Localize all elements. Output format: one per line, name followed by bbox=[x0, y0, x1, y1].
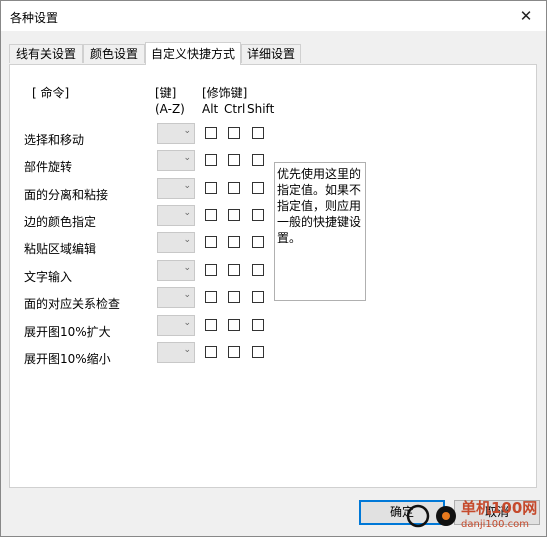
title-bar: 各种设置 ✕ bbox=[1, 1, 546, 31]
command-header: [ 命令] bbox=[32, 86, 70, 100]
command-label: 边的颜色指定 bbox=[24, 215, 97, 229]
ctrl-checkbox[interactable] bbox=[228, 264, 240, 276]
ctrl-checkbox[interactable] bbox=[228, 319, 240, 331]
key-select-edge-color[interactable]: ⌄ bbox=[157, 205, 195, 226]
key-select-zoom-out[interactable]: ⌄ bbox=[157, 342, 195, 363]
command-label: 面的对应关系检查 bbox=[24, 297, 121, 311]
ctrl-checkbox[interactable] bbox=[228, 154, 240, 166]
chevron-down-icon: ⌄ bbox=[183, 235, 191, 245]
alt-checkbox[interactable] bbox=[205, 291, 217, 303]
command-label: 展开图10%扩大 bbox=[24, 325, 111, 339]
command-label: 选择和移动 bbox=[24, 133, 85, 147]
shift-checkbox[interactable] bbox=[252, 319, 264, 331]
close-button[interactable]: ✕ bbox=[506, 1, 546, 31]
alt-checkbox[interactable] bbox=[205, 346, 217, 358]
chevron-down-icon: ⌄ bbox=[183, 318, 191, 328]
chevron-down-icon: ⌄ bbox=[183, 263, 191, 273]
watermark-url: danji100.com bbox=[461, 519, 529, 530]
tab-custom-shortcuts[interactable]: 自定义快捷方式 bbox=[145, 42, 241, 65]
ctrl-checkbox[interactable] bbox=[228, 346, 240, 358]
chevron-down-icon: ⌄ bbox=[183, 181, 191, 191]
key-select-select-and-move[interactable]: ⌄ bbox=[157, 123, 195, 144]
shift-checkbox[interactable] bbox=[252, 154, 264, 166]
ctrl-checkbox[interactable] bbox=[228, 291, 240, 303]
shift-checkbox[interactable] bbox=[252, 127, 264, 139]
modifier-ctrl-label: Ctrl bbox=[224, 102, 246, 116]
key-range-header: (A-Z) bbox=[155, 102, 185, 116]
alt-checkbox[interactable] bbox=[205, 154, 217, 166]
shift-checkbox[interactable] bbox=[252, 236, 264, 248]
key-select-zoom-in[interactable]: ⌄ bbox=[157, 315, 195, 336]
command-label: 面的分离和粘接 bbox=[24, 188, 109, 202]
alt-checkbox[interactable] bbox=[205, 236, 217, 248]
settings-dialog: 各种设置 ✕ 线有关设置 颜色设置 自定义快捷方式 详细设置 [ 命令] [键]… bbox=[0, 0, 547, 537]
ctrl-checkbox[interactable] bbox=[228, 127, 240, 139]
key-select-rotate-part[interactable]: ⌄ bbox=[157, 150, 195, 171]
key-select-face-check[interactable]: ⌄ bbox=[157, 287, 195, 308]
tab-line-settings[interactable]: 线有关设置 bbox=[9, 44, 83, 63]
alt-checkbox[interactable] bbox=[205, 209, 217, 221]
window-title: 各种设置 bbox=[10, 11, 59, 25]
shift-checkbox[interactable] bbox=[252, 264, 264, 276]
key-select-paste-area[interactable]: ⌄ bbox=[157, 232, 195, 253]
modifier-header: [修饰键] bbox=[202, 86, 248, 100]
modifier-alt-label: Alt bbox=[202, 102, 219, 116]
alt-checkbox[interactable] bbox=[205, 319, 217, 331]
command-label: 文字输入 bbox=[24, 270, 73, 284]
shift-checkbox[interactable] bbox=[252, 346, 264, 358]
shift-checkbox[interactable] bbox=[252, 209, 264, 221]
alt-checkbox[interactable] bbox=[205, 264, 217, 276]
watermark-text: 单机100网 bbox=[461, 499, 538, 517]
close-icon: ✕ bbox=[519, 7, 533, 25]
tab-color-settings[interactable]: 颜色设置 bbox=[83, 44, 145, 63]
ctrl-checkbox[interactable] bbox=[228, 209, 240, 221]
alt-checkbox[interactable] bbox=[205, 182, 217, 194]
chevron-down-icon: ⌄ bbox=[183, 290, 191, 300]
command-label: 部件旋转 bbox=[24, 160, 73, 174]
shortcuts-panel: [ 命令] [键] (A-Z) [修饰键] Alt Ctrl Shift 选择和… bbox=[9, 64, 537, 488]
chevron-down-icon: ⌄ bbox=[183, 345, 191, 355]
priority-note: 优先使用这里的指定值。如果不指定值，则应用一般的快捷键设置。 bbox=[274, 162, 366, 301]
key-select-face-separate[interactable]: ⌄ bbox=[157, 178, 195, 199]
chevron-down-icon: ⌄ bbox=[183, 126, 191, 136]
ctrl-checkbox[interactable] bbox=[228, 182, 240, 194]
ctrl-checkbox[interactable] bbox=[228, 236, 240, 248]
shift-checkbox[interactable] bbox=[252, 291, 264, 303]
shift-checkbox[interactable] bbox=[252, 182, 264, 194]
command-label: 展开图10%缩小 bbox=[24, 352, 111, 366]
key-select-text-input[interactable]: ⌄ bbox=[157, 260, 195, 281]
key-header: [键] bbox=[155, 86, 177, 100]
chevron-down-icon: ⌄ bbox=[183, 153, 191, 163]
chevron-down-icon: ⌄ bbox=[183, 208, 191, 218]
modifier-shift-label: Shift bbox=[247, 102, 275, 116]
tab-detail-settings[interactable]: 详细设置 bbox=[241, 44, 301, 63]
alt-checkbox[interactable] bbox=[205, 127, 217, 139]
command-label: 粘贴区域编辑 bbox=[24, 242, 97, 256]
